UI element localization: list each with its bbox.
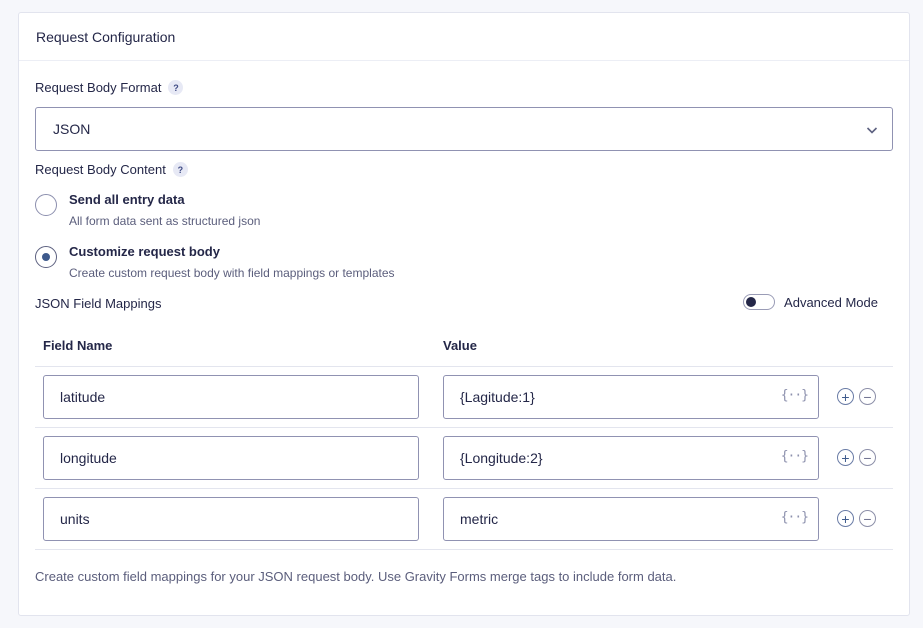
value-text: {Lagitude:1}	[460, 389, 535, 405]
request-configuration-panel: Request Configuration Request Body Forma…	[18, 12, 910, 616]
panel-title: Request Configuration	[19, 13, 909, 61]
toggle-knob	[746, 297, 757, 307]
body-format-label-row: Request Body Format ?	[35, 80, 184, 95]
radio-button-send-all[interactable]	[35, 194, 57, 216]
value-text: {Longitude:2}	[460, 450, 543, 466]
field-name-input[interactable]: longitude	[43, 436, 419, 480]
table-row: units metric {··} + −	[19, 489, 909, 550]
radio-desc-send-all: All form data sent as structured json	[69, 214, 261, 228]
body-content-label-row: Request Body Content ?	[35, 162, 188, 177]
table-divider	[35, 549, 893, 550]
field-name-text: longitude	[60, 450, 117, 466]
radio-title-send-all: Send all entry data	[69, 192, 185, 207]
add-row-button[interactable]: +	[837, 449, 854, 466]
advanced-mode-label: Advanced Mode	[784, 294, 878, 310]
body-content-label: Request Body Content	[35, 162, 166, 177]
field-name-input[interactable]: units	[43, 497, 419, 541]
value-input[interactable]: {Lagitude:1} {··}	[443, 375, 819, 419]
merge-tag-icon[interactable]: {··}	[781, 510, 809, 525]
table-row: latitude {Lagitude:1} {··} + −	[19, 367, 909, 428]
table-row: longitude {Longitude:2} {··} + −	[19, 428, 909, 489]
field-name-input[interactable]: latitude	[43, 375, 419, 419]
mappings-label: JSON Field Mappings	[35, 296, 162, 311]
value-input[interactable]: {Longitude:2} {··}	[443, 436, 819, 480]
remove-row-button[interactable]: −	[859, 449, 876, 466]
radio-desc-customize: Create custom request body with field ma…	[69, 266, 395, 280]
add-row-button[interactable]: +	[837, 388, 854, 405]
body-format-label: Request Body Format	[35, 80, 162, 95]
field-name-text: units	[60, 511, 90, 527]
advanced-mode-toggle[interactable]	[743, 294, 776, 310]
help-icon[interactable]: ?	[168, 80, 184, 95]
help-icon[interactable]: ?	[172, 162, 188, 177]
advanced-mode-toggle-wrap[interactable]: Advanced Mode	[743, 294, 878, 310]
column-header-field-name: Field Name	[43, 338, 113, 353]
body-format-selected-value: JSON	[53, 121, 91, 137]
merge-tag-icon[interactable]: {··}	[781, 449, 809, 464]
mappings-help-note: Create custom field mappings for your JS…	[35, 569, 677, 584]
remove-row-button[interactable]: −	[859, 510, 876, 527]
radio-button-customize[interactable]	[35, 246, 57, 268]
radio-title-customize: Customize request body	[69, 244, 220, 259]
mappings-label-row: JSON Field Mappings	[35, 296, 161, 311]
chevron-down-icon	[866, 127, 878, 134]
field-name-text: latitude	[60, 389, 106, 405]
merge-tag-icon[interactable]: {··}	[781, 388, 809, 403]
remove-row-button[interactable]: −	[859, 388, 876, 405]
column-header-value: Value	[443, 338, 477, 353]
value-input[interactable]: metric {··}	[443, 497, 819, 541]
add-row-button[interactable]: +	[837, 510, 854, 527]
body-format-select[interactable]: JSON	[35, 107, 893, 151]
value-text: metric	[460, 511, 499, 527]
